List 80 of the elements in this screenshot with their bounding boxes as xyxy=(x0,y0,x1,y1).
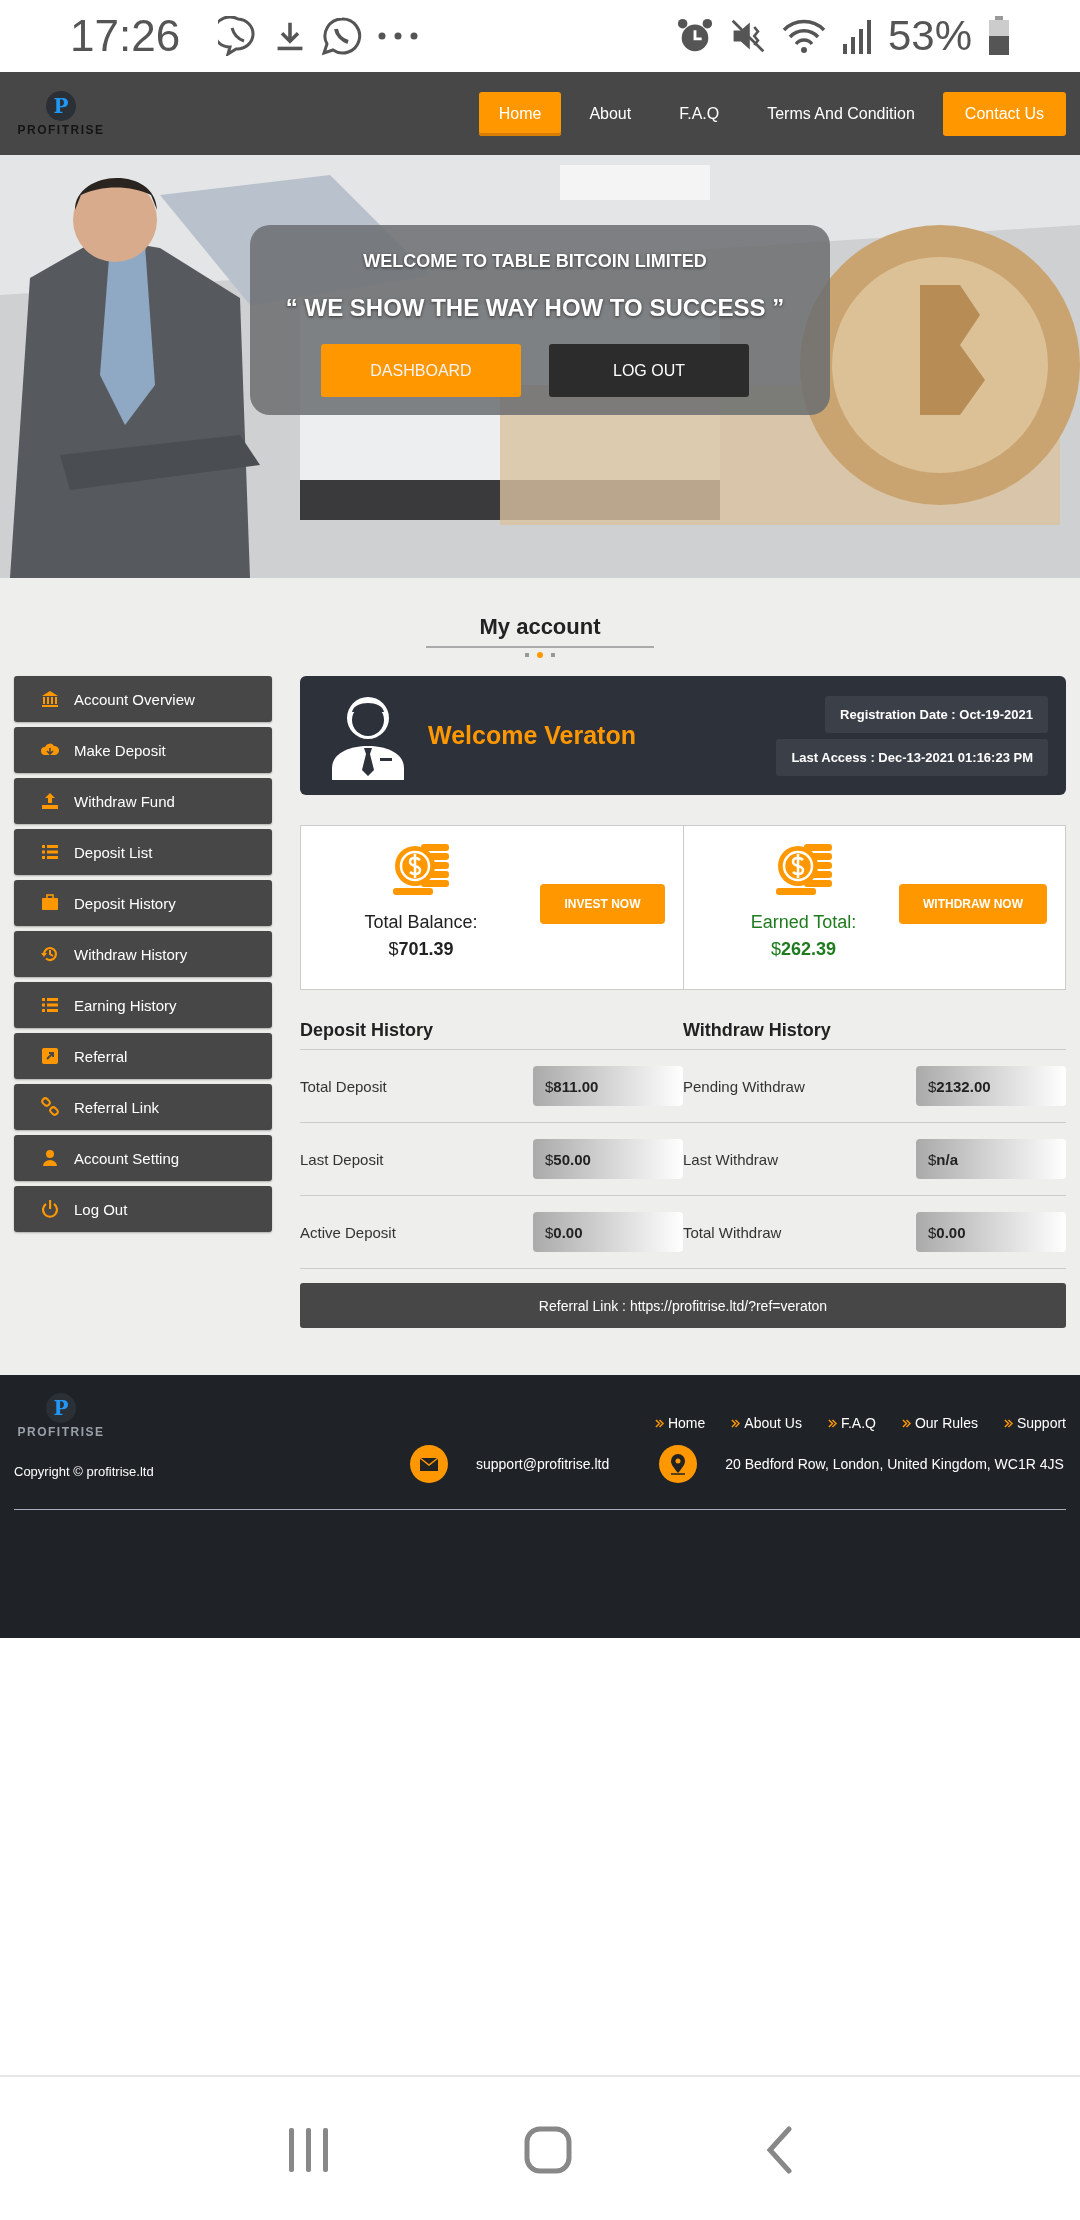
sidebar-item[interactable]: Account Overview xyxy=(14,676,272,722)
amount-field: $0.00 xyxy=(916,1212,1066,1252)
amount-field: $n/a xyxy=(916,1139,1066,1179)
nav-link[interactable]: F.A.Q xyxy=(659,91,740,136)
battery-percent: 53% xyxy=(887,12,972,60)
sidebar-item[interactable]: Referral xyxy=(14,1033,272,1079)
registration-date: Registration Date : Oct-19-2021 xyxy=(825,695,1048,733)
amount-field: $2132.00 xyxy=(916,1066,1066,1106)
double-chevron-icon xyxy=(827,1418,837,1428)
footer-link[interactable]: Home xyxy=(654,1415,706,1431)
nav-link[interactable]: About xyxy=(569,91,652,136)
chain-link-icon xyxy=(40,1097,60,1117)
upload-icon xyxy=(40,791,60,811)
history-label: Total Deposit xyxy=(300,1077,388,1095)
footer-link[interactable]: F.A.Q xyxy=(827,1415,876,1431)
referral-link-bar: Referral Link : https://profitrise.ltd/?ref=veraton xyxy=(300,1283,1066,1328)
double-chevron-icon xyxy=(654,1418,664,1428)
external-link-icon xyxy=(40,1046,60,1066)
logo-badge: P xyxy=(46,1393,76,1423)
user-icon xyxy=(40,1148,60,1168)
signal-icon xyxy=(841,18,872,54)
amount-field: $50.00 xyxy=(533,1139,683,1179)
footer-link[interactable]: Our Rules xyxy=(901,1415,978,1431)
logo-text: PROFITRISE xyxy=(17,1425,105,1439)
location-pin-icon xyxy=(659,1445,698,1483)
hero-subtitle: WELCOME TO TABLE BITCOIN LIMITED xyxy=(363,251,707,272)
history-label: Last Deposit xyxy=(300,1150,385,1168)
briefcase-icon xyxy=(40,893,60,913)
double-chevron-icon xyxy=(901,1418,911,1428)
history-icon xyxy=(40,944,60,964)
sidebar-item[interactable]: Account Setting xyxy=(14,1135,272,1181)
battery-icon xyxy=(988,16,1010,56)
back-icon[interactable] xyxy=(765,2125,794,2174)
home-button-icon[interactable] xyxy=(524,2125,572,2174)
amount-field: $0.00 xyxy=(533,1212,683,1252)
logout-button[interactable]: LOG OUT xyxy=(549,344,749,397)
balance-amount: $701.39 xyxy=(388,939,454,960)
recent-apps-icon[interactable] xyxy=(286,2125,331,2174)
balance-amount: $262.39 xyxy=(770,939,837,960)
copyright-text: Copyright © profitrise.ltd xyxy=(14,1463,155,1479)
list-icon xyxy=(40,842,60,862)
history-label: Active Deposit xyxy=(300,1223,397,1241)
double-chevron-icon xyxy=(1003,1418,1013,1428)
last-access: Last Access : Dec-13-2021 01:16:23 PM xyxy=(776,738,1048,776)
office-address: 20 Bedford Row, London, United Kingdom, WC1R 4JS xyxy=(725,1456,1064,1472)
sidebar-item[interactable]: Deposit History xyxy=(14,880,272,926)
sidebar-item[interactable]: Withdraw Fund xyxy=(14,778,272,824)
amount-field: $811.00 xyxy=(533,1066,683,1106)
sidebar-item[interactable]: Referral Link xyxy=(14,1084,272,1130)
sidebar-item[interactable]: Make Deposit xyxy=(14,727,272,773)
clock-time: 17:26 xyxy=(70,11,181,61)
history-heading: Deposit History xyxy=(300,1020,683,1050)
list-icon xyxy=(40,995,60,1015)
sidebar-item[interactable]: Earning History xyxy=(14,982,272,1028)
bank-icon xyxy=(40,689,60,709)
sidebar-item[interactable]: Deposit List xyxy=(14,829,272,875)
divider-dots-icon xyxy=(525,652,555,658)
footer-link[interactable]: Support xyxy=(1003,1415,1066,1431)
nav-link[interactable]: Terms And Condition xyxy=(747,91,935,136)
history-label: Total Withdraw xyxy=(683,1223,783,1241)
hero-headline: “ WE SHOW THE WAY HOW TO SUCCESS ” xyxy=(285,294,785,322)
history-label: Pending Withdraw xyxy=(683,1077,806,1095)
balance-label: Earned Total: xyxy=(750,912,857,933)
history-label: Last Withdraw xyxy=(683,1150,780,1168)
balance-label: Total Balance: xyxy=(364,912,478,933)
welcome-greeting: Welcome Veraton xyxy=(428,721,637,750)
section-title: My account xyxy=(478,614,602,640)
more-icon xyxy=(378,32,419,40)
logo-badge: P xyxy=(46,90,76,121)
footer-link[interactable]: About Us xyxy=(731,1415,802,1431)
support-email[interactable]: support@profitrise.ltd xyxy=(476,1456,610,1472)
wifi-icon xyxy=(781,18,826,54)
phone-bubble-icon xyxy=(322,16,363,56)
power-icon xyxy=(40,1199,60,1219)
sidebar-item[interactable]: Withdraw History xyxy=(14,931,272,977)
history-heading: Withdraw History xyxy=(683,1020,1066,1050)
mute-icon xyxy=(729,17,766,55)
envelope-icon xyxy=(410,1445,448,1483)
double-chevron-icon xyxy=(731,1418,741,1428)
sidebar-item[interactable]: Log Out xyxy=(14,1186,272,1232)
